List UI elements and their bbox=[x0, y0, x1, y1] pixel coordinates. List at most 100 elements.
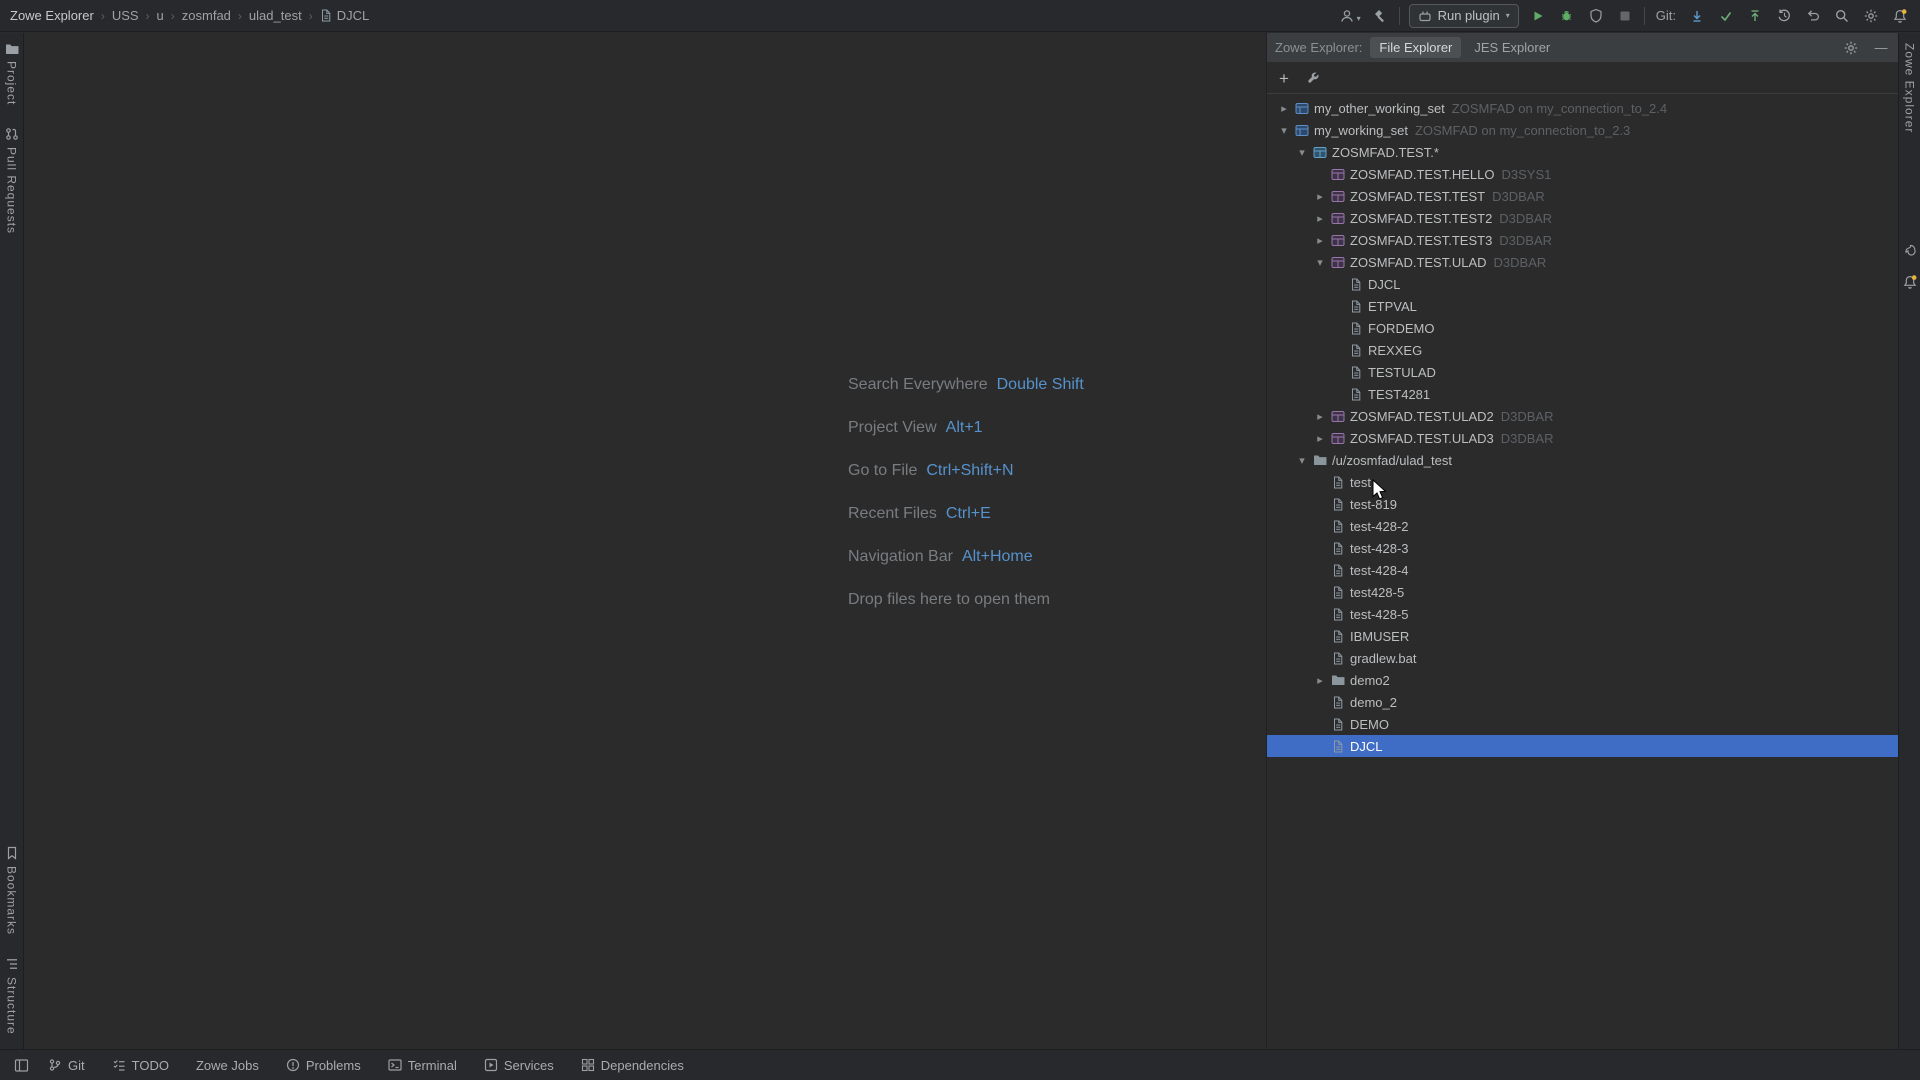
tool-strip-button-project[interactable]: Project bbox=[5, 43, 19, 105]
tree-row-rexxeg[interactable]: REXXEG bbox=[1267, 339, 1898, 361]
file-icon bbox=[1329, 740, 1347, 753]
tool-strip-button-zowe-explorer[interactable]: Zowe Explorer bbox=[1903, 43, 1917, 133]
tree-item-label: test428-5 bbox=[1350, 585, 1404, 600]
chevron-down-icon[interactable]: ▾ bbox=[1293, 146, 1311, 159]
tree-row-demo2[interactable]: ▸demo2 bbox=[1267, 669, 1898, 691]
tree-item-label: ZOSMFAD.TEST.ULAD2 bbox=[1350, 409, 1494, 424]
search-icon[interactable] bbox=[1832, 5, 1852, 27]
tree-item-label: my_working_set bbox=[1314, 123, 1408, 138]
breadcrumb-item-ulad-test[interactable]: ulad_test bbox=[249, 8, 302, 23]
run-icon[interactable] bbox=[1528, 5, 1548, 27]
stop-icon[interactable] bbox=[1615, 5, 1635, 27]
tree-row-test-819[interactable]: test-819 bbox=[1267, 493, 1898, 515]
chevron-right-icon[interactable]: ▸ bbox=[1311, 674, 1329, 687]
run-configuration-combo[interactable]: Run plugin▾ bbox=[1409, 4, 1519, 28]
push-icon[interactable] bbox=[1745, 5, 1765, 27]
breadcrumb-item-u[interactable]: u bbox=[157, 8, 164, 23]
gradle-icon[interactable] bbox=[1902, 243, 1917, 258]
tree-row-zosmfad-test-test2[interactable]: ▸ZOSMFAD.TEST.TEST2D3DBAR bbox=[1267, 207, 1898, 229]
chevron-down-icon[interactable]: ▾ bbox=[1311, 256, 1329, 269]
breadcrumb-item-djcl[interactable]: DJCL bbox=[320, 8, 370, 23]
tree-row-djcl[interactable]: DJCL bbox=[1267, 735, 1898, 757]
chevron-right-icon[interactable]: ▸ bbox=[1311, 432, 1329, 445]
tree-row-test[interactable]: test bbox=[1267, 471, 1898, 493]
status-item-problems[interactable]: Problems bbox=[286, 1058, 361, 1073]
tree-row-my-working-set[interactable]: ▾my_working_setZOSMFAD on my_connection_… bbox=[1267, 119, 1898, 141]
file-icon bbox=[1329, 542, 1347, 555]
tab-file-explorer[interactable]: File Explorer bbox=[1370, 37, 1461, 58]
tree-row-zosmfad-test-hello[interactable]: ZOSMFAD.TEST.HELLOD3SYS1 bbox=[1267, 163, 1898, 185]
chevron-down-icon[interactable]: ▾ bbox=[1293, 454, 1311, 467]
breadcrumb-item-zowe-explorer[interactable]: Zowe Explorer bbox=[10, 8, 94, 23]
commit-icon[interactable] bbox=[1716, 5, 1736, 27]
tree-row-test-428-4[interactable]: test-428-4 bbox=[1267, 559, 1898, 581]
tool-strip-button-pull-requests[interactable]: Pull Requests bbox=[5, 127, 19, 234]
update-icon[interactable] bbox=[1687, 5, 1707, 27]
tree-row-ibmuser[interactable]: IBMUSER bbox=[1267, 625, 1898, 647]
tree-item-label: ETPVAL bbox=[1368, 299, 1417, 314]
tree-row-test428-5[interactable]: test428-5 bbox=[1267, 581, 1898, 603]
tool-strip-button-bookmarks[interactable]: Bookmarks bbox=[5, 846, 19, 935]
users-icon[interactable]: ▾ bbox=[1333, 5, 1361, 27]
tree-row--u-zosmfad-ulad-test[interactable]: ▾/u/zosmfad/ulad_test bbox=[1267, 449, 1898, 471]
file-icon bbox=[1329, 498, 1347, 511]
tree-row-gradlew-bat[interactable]: gradlew.bat bbox=[1267, 647, 1898, 669]
shortcut-keys: Double Shift bbox=[997, 376, 1084, 394]
tree-row-my-other-working-set[interactable]: ▸my_other_working_setZOSMFAD on my_conne… bbox=[1267, 97, 1898, 119]
breadcrumb-item-uss[interactable]: USS bbox=[112, 8, 139, 23]
tree-row-demo[interactable]: DEMO bbox=[1267, 713, 1898, 735]
tree-row-test-428-5[interactable]: test-428-5 bbox=[1267, 603, 1898, 625]
settings-icon[interactable] bbox=[1861, 5, 1881, 27]
chevron-right-icon[interactable]: ▸ bbox=[1311, 190, 1329, 203]
status-item-todo[interactable]: TODO bbox=[112, 1058, 169, 1073]
status-item-terminal[interactable]: Terminal bbox=[388, 1058, 457, 1073]
tree-row-zosmfad-test-ulad[interactable]: ▾ZOSMFAD.TEST.ULADD3DBAR bbox=[1267, 251, 1898, 273]
tree-item-label: TESTULAD bbox=[1368, 365, 1436, 380]
tree-row-test-428-3[interactable]: test-428-3 bbox=[1267, 537, 1898, 559]
debug-icon[interactable] bbox=[1557, 5, 1577, 27]
chevron-right-icon[interactable]: ▸ bbox=[1311, 410, 1329, 423]
chevron-right-icon[interactable]: ▸ bbox=[1275, 102, 1293, 115]
tree-row-etpval[interactable]: ETPVAL bbox=[1267, 295, 1898, 317]
rollback-icon[interactable] bbox=[1803, 5, 1823, 27]
shortcut-hint: Navigation BarAlt+Home bbox=[848, 535, 1084, 578]
status-item-label: Git bbox=[68, 1058, 85, 1073]
hammer-icon[interactable] bbox=[1370, 5, 1390, 27]
tree-row-zosmfad-test-test[interactable]: ▸ZOSMFAD.TEST.TESTD3DBAR bbox=[1267, 185, 1898, 207]
tool-strip-button-structure[interactable]: Structure bbox=[5, 957, 19, 1035]
tree-item-label: test-428-3 bbox=[1350, 541, 1409, 556]
tab-jes-explorer[interactable]: JES Explorer bbox=[1465, 37, 1559, 58]
breadcrumb-item-label: u bbox=[157, 8, 164, 23]
add-icon[interactable]: + bbox=[1279, 70, 1289, 87]
history-icon[interactable] bbox=[1774, 5, 1794, 27]
shortcut-hint: Project ViewAlt+1 bbox=[848, 406, 1084, 449]
minimize-icon[interactable]: — bbox=[1872, 39, 1890, 57]
status-item-dependencies[interactable]: Dependencies bbox=[581, 1058, 684, 1073]
tree-row-zosmfad-test-ulad3[interactable]: ▸ZOSMFAD.TEST.ULAD3D3DBAR bbox=[1267, 427, 1898, 449]
tree-row-zosmfad-test-test3[interactable]: ▸ZOSMFAD.TEST.TEST3D3DBAR bbox=[1267, 229, 1898, 251]
notifications-icon[interactable] bbox=[1902, 274, 1918, 290]
tree-row-test4281[interactable]: TEST4281 bbox=[1267, 383, 1898, 405]
chevron-down-icon[interactable]: ▾ bbox=[1275, 124, 1293, 137]
tree-row-djcl[interactable]: DJCL bbox=[1267, 273, 1898, 295]
coverage-icon[interactable] bbox=[1586, 5, 1606, 27]
tree-item-label: ZOSMFAD.TEST.ULAD3 bbox=[1350, 431, 1494, 446]
tree-item-qualifier: D3DBAR bbox=[1499, 233, 1552, 248]
settings-icon[interactable] bbox=[1842, 39, 1860, 57]
tree-item-label: ZOSMFAD.TEST.TEST bbox=[1350, 189, 1485, 204]
tree-row-fordemo[interactable]: FORDEMO bbox=[1267, 317, 1898, 339]
chevron-right-icon[interactable]: ▸ bbox=[1311, 234, 1329, 247]
tree-row-zosmfad-test-[interactable]: ▾ZOSMFAD.TEST.* bbox=[1267, 141, 1898, 163]
tree-row-demo-2[interactable]: demo_2 bbox=[1267, 691, 1898, 713]
tree-row-testulad[interactable]: TESTULAD bbox=[1267, 361, 1898, 383]
status-item-git[interactable]: Git bbox=[48, 1058, 85, 1073]
status-item-services[interactable]: Services bbox=[484, 1058, 554, 1073]
window-layout-icon[interactable] bbox=[12, 1056, 30, 1074]
breadcrumb-item-zosmfad[interactable]: zosmfad bbox=[182, 8, 231, 23]
wrench-icon[interactable] bbox=[1305, 69, 1323, 87]
status-item-zowe-jobs[interactable]: Zowe Jobs bbox=[196, 1058, 259, 1073]
tree-row-test-428-2[interactable]: test-428-2 bbox=[1267, 515, 1898, 537]
chevron-right-icon[interactable]: ▸ bbox=[1311, 212, 1329, 225]
tree-row-zosmfad-test-ulad2[interactable]: ▸ZOSMFAD.TEST.ULAD2D3DBAR bbox=[1267, 405, 1898, 427]
notifications-icon[interactable] bbox=[1890, 5, 1910, 27]
